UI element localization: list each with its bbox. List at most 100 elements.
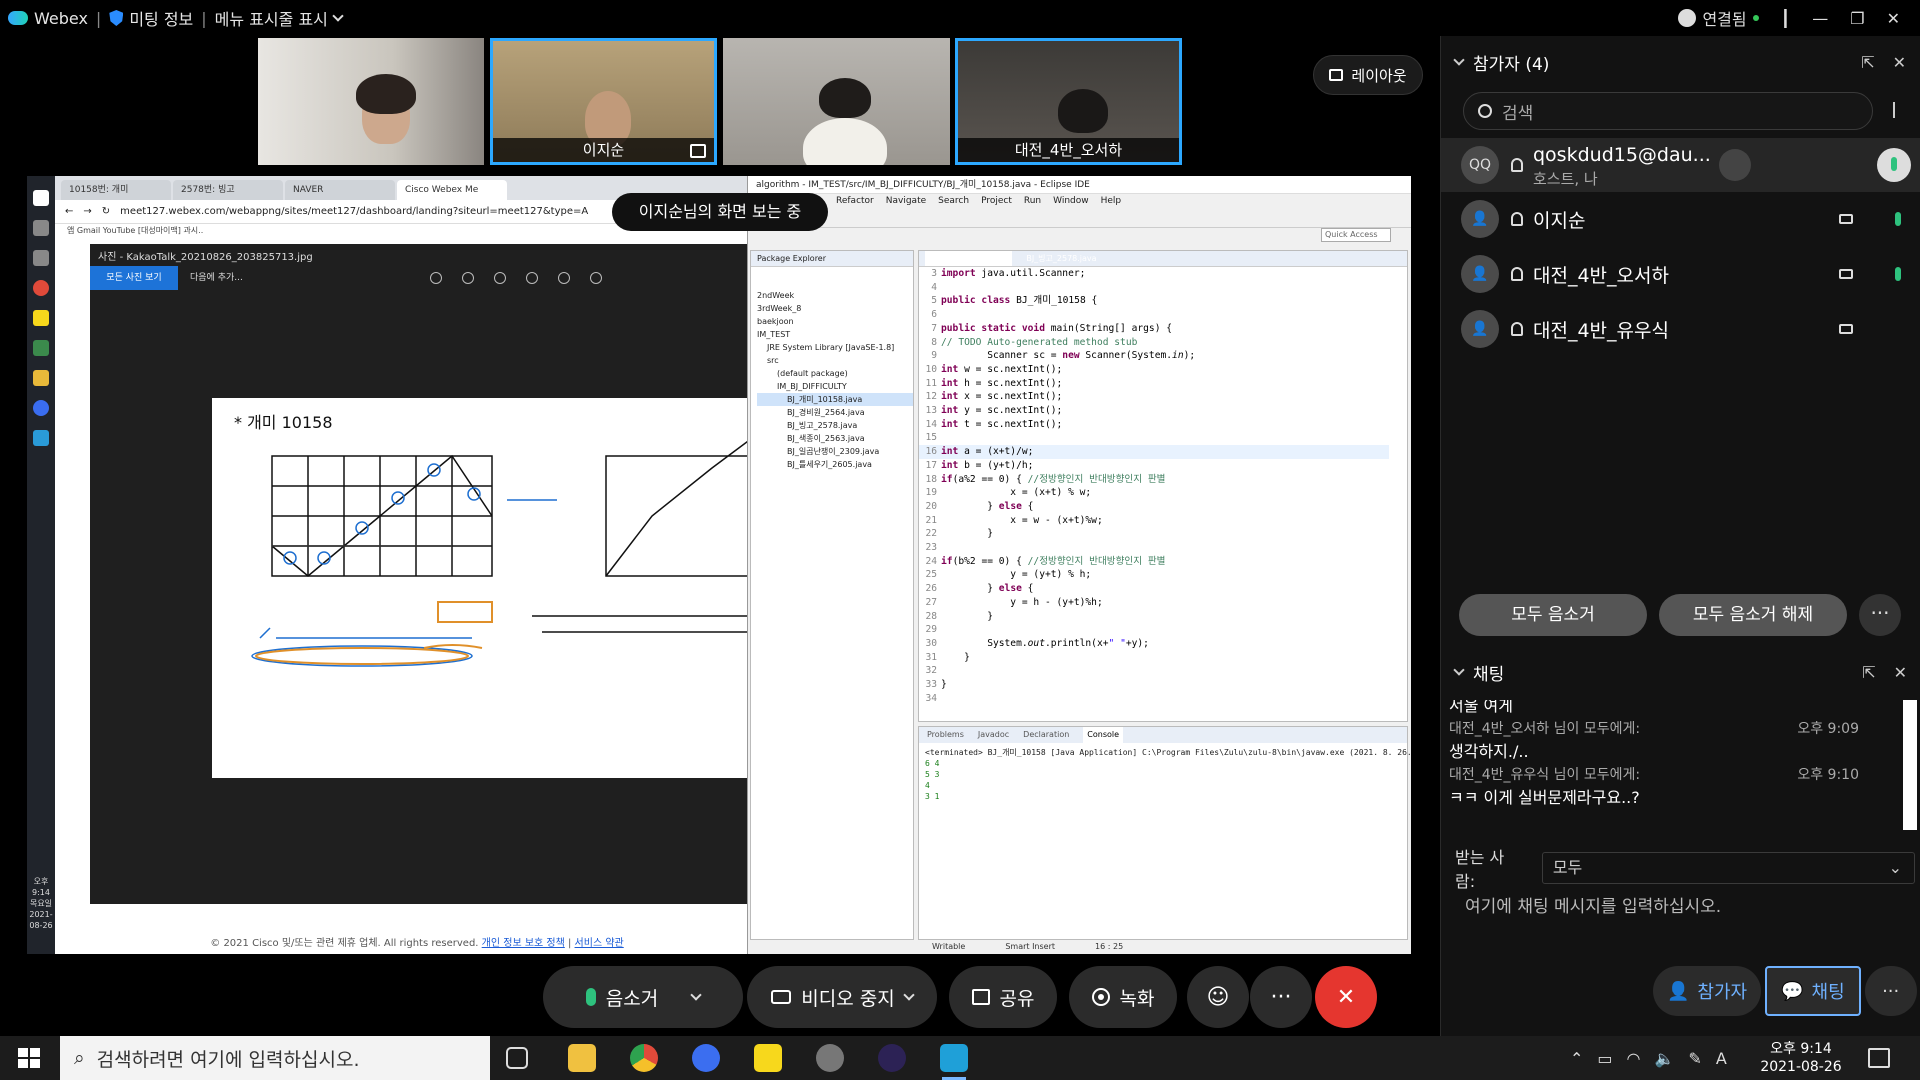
tree-item: IM_BJ_DIFFICULTY bbox=[777, 382, 847, 391]
forward-icon: → bbox=[83, 206, 92, 217]
taskbar-search-input[interactable]: ⌕ 검색하려면 여기에 입력하십시오. bbox=[60, 1036, 490, 1080]
close-icon[interactable]: ✕ bbox=[1893, 53, 1906, 72]
more-label: ··· bbox=[1270, 984, 1292, 1010]
meeting-info-button[interactable]: 미팅 정보 bbox=[101, 6, 201, 30]
chat-message-input[interactable]: 여기에 채팅 메시지를 입력하십시오. bbox=[1465, 892, 1721, 917]
participant-search-input[interactable]: 검색 bbox=[1463, 92, 1873, 130]
participant-row[interactable]: QQ qoskdud15@dau... 호스트, 나 bbox=[1441, 138, 1920, 192]
chevron-down-icon: ⌄ bbox=[1888, 858, 1902, 877]
chat-sender: 대전_4반_오서하 님이 모두에게: bbox=[1449, 721, 1641, 737]
more-panels-button[interactable]: ··· bbox=[1864, 966, 1917, 1016]
chevron-up-icon[interactable]: ⌃ bbox=[1570, 1049, 1583, 1068]
restore-icon[interactable]: ❐ bbox=[1850, 9, 1864, 28]
participant-row[interactable]: 👤 이지순 bbox=[1441, 192, 1920, 246]
pen-icon[interactable]: ✎ bbox=[1688, 1049, 1701, 1068]
console-tab: Declaration bbox=[1023, 730, 1070, 739]
webex-app[interactable]: Webex bbox=[0, 9, 96, 28]
more-options-button[interactable]: ··· bbox=[1250, 966, 1312, 1028]
code-line: 17 int b = (y+t)/h; bbox=[925, 459, 1034, 471]
popout-icon[interactable]: ⇱ bbox=[1862, 663, 1875, 682]
avatar-person-icon: 👤 bbox=[1461, 310, 1499, 348]
note-title: * 개미 10158 bbox=[234, 413, 333, 432]
clock-time: 오후 9:14 bbox=[1770, 1041, 1832, 1057]
participant-hair bbox=[356, 74, 416, 114]
close-icon[interactable]: ✕ bbox=[1894, 663, 1907, 682]
leave-meeting-button[interactable]: ✕ bbox=[1315, 966, 1377, 1028]
mute-button[interactable]: 음소거 bbox=[543, 966, 743, 1028]
add-to-button: 다음에 추가... bbox=[190, 273, 243, 283]
chevron-down-icon[interactable] bbox=[1453, 54, 1465, 66]
editor-tab: BJ_빙고_2578.java bbox=[1026, 254, 1097, 263]
menu-divider-icon: ┃ bbox=[1780, 8, 1791, 28]
video-tile[interactable] bbox=[723, 38, 950, 165]
record-button[interactable]: 녹화 bbox=[1069, 966, 1177, 1028]
code-line: 3 import java.util.Scanner; bbox=[931, 268, 1086, 279]
battery-icon[interactable]: ▭ bbox=[1597, 1049, 1612, 1068]
wifi-icon[interactable]: ◠ bbox=[1627, 1049, 1641, 1068]
kakaotalk-icon[interactable] bbox=[754, 1044, 782, 1072]
webex-icon[interactable] bbox=[940, 1044, 968, 1080]
connection-status[interactable]: 연결됨 bbox=[1678, 6, 1759, 30]
sort-icon[interactable] bbox=[1893, 102, 1907, 118]
chevron-down-icon[interactable] bbox=[690, 989, 702, 1001]
recipient-value: 모두 bbox=[1552, 858, 1583, 877]
layout-label: 레이아웃 bbox=[1351, 66, 1407, 85]
tree-item: 3rdWeek_8 bbox=[757, 304, 802, 313]
eclipse-icon[interactable] bbox=[878, 1044, 906, 1072]
file-explorer-icon[interactable] bbox=[568, 1044, 596, 1072]
code-line: 31 } bbox=[925, 651, 970, 663]
tree-item: 2ndWeek bbox=[757, 291, 795, 300]
photo-viewer-title: 사진 - KakaoTalk_20210826_203825713.jpg bbox=[98, 252, 313, 263]
notification-icon[interactable] bbox=[1868, 1048, 1890, 1068]
raise-hand-icon[interactable] bbox=[1719, 149, 1751, 181]
share-button[interactable]: 공유 bbox=[949, 966, 1057, 1028]
chrome-icon[interactable] bbox=[630, 1044, 658, 1072]
video-tile-active[interactable]: 대전_4반_오서하 bbox=[955, 38, 1182, 165]
minimize-icon[interactable]: — bbox=[1812, 9, 1828, 28]
chat-scrollbar[interactable] bbox=[1903, 700, 1917, 830]
participant-name: 이지순 bbox=[1533, 209, 1586, 232]
recipient-select[interactable]: 모두 ⌄ bbox=[1541, 852, 1915, 884]
package-tree: 2ndWeek 3rdWeek_8 baekjoon IM_TEST JRE S… bbox=[751, 267, 913, 471]
layout-button[interactable]: 레이아웃 bbox=[1313, 55, 1423, 95]
code-line: 12 int x = sc.nextInt(); bbox=[925, 391, 1063, 403]
clock-app-icon[interactable] bbox=[692, 1044, 720, 1072]
chat-tab-label: 채팅 bbox=[1811, 982, 1845, 1003]
ime-indicator[interactable]: A bbox=[1716, 1049, 1727, 1068]
video-tile-active[interactable]: 이지순 bbox=[490, 38, 717, 165]
participant-name: 대전_4반_오서하 bbox=[1533, 264, 1669, 287]
participants-title: 참가자 (4) bbox=[1473, 54, 1550, 75]
eclipse-title: algorithm - IM_TEST/src/IM_BJ_DIFFICULTY… bbox=[748, 176, 1411, 194]
window-controls: 연결됨 ┃ — ❐ ✕ bbox=[1660, 0, 1920, 36]
participant-row[interactable]: 👤 대전_4반_오서하 bbox=[1441, 247, 1920, 301]
task-view-icon[interactable] bbox=[506, 1047, 528, 1069]
unmute-all-button[interactable]: 모두 음소거 해제 bbox=[1659, 594, 1847, 636]
windows-start-icon[interactable] bbox=[18, 1048, 40, 1068]
show-menu-bar-button[interactable]: 메뉴 표시줄 표시 bbox=[207, 6, 350, 30]
chevron-down-icon[interactable] bbox=[1453, 664, 1465, 676]
close-icon[interactable]: ✕ bbox=[1887, 9, 1900, 28]
popout-icon[interactable]: ⇱ bbox=[1861, 53, 1874, 72]
mute-all-button[interactable]: 모두 음소거 bbox=[1459, 594, 1647, 636]
record-icon bbox=[1091, 988, 1110, 1006]
code-line: 28 } bbox=[925, 610, 993, 622]
taskbar-clock[interactable]: 오후 9:14 2021-08-26 bbox=[1756, 1040, 1846, 1076]
volume-icon[interactable]: 🔈 bbox=[1655, 1049, 1675, 1068]
avatar-person-icon: 👤 bbox=[1461, 200, 1499, 238]
microphone-icon[interactable] bbox=[1877, 148, 1911, 182]
chevron-down-icon[interactable] bbox=[903, 989, 915, 1001]
more-options-button[interactable]: ··· bbox=[1859, 594, 1901, 636]
webex-icon bbox=[33, 430, 49, 446]
reactions-button[interactable]: ☺ bbox=[1187, 966, 1249, 1028]
reload-icon: ↻ bbox=[101, 206, 111, 217]
chat-tab[interactable]: 💬 채팅 bbox=[1765, 966, 1861, 1016]
chat-title: 채팅 bbox=[1473, 664, 1505, 685]
stop-video-button[interactable]: 비디오 중지 bbox=[747, 966, 937, 1028]
code-line: 30 System. out .println(x+ " " +y); bbox=[925, 637, 1149, 649]
settings-icon[interactable] bbox=[816, 1044, 844, 1072]
shared-browser-window: 10158번: 개미 2578번: 빙고 NAVER Cisco Webex M… bbox=[55, 176, 779, 954]
video-tile[interactable] bbox=[258, 38, 484, 165]
participants-tab[interactable]: 👤 참가자 bbox=[1653, 966, 1762, 1016]
participant-row[interactable]: 👤 대전_4반_유우식 bbox=[1441, 302, 1920, 356]
footer-privacy-link: 개인 정보 보호 정책 bbox=[481, 938, 565, 949]
